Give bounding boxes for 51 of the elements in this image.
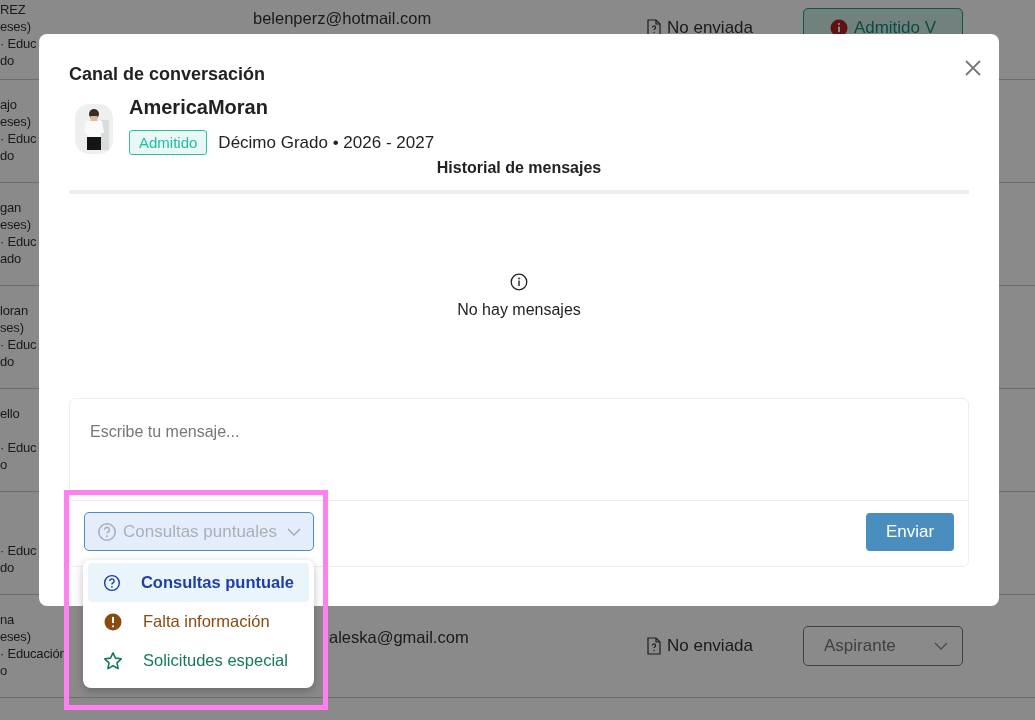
student-info-text: REZ xyxy=(0,1,26,18)
student-info-text: · Educación xyxy=(0,645,67,662)
info-icon xyxy=(510,273,528,291)
category-option[interactable]: Falta información xyxy=(88,602,309,641)
chevron-down-icon xyxy=(287,527,301,536)
message-input[interactable]: Escribe tu mensaje... xyxy=(70,399,968,501)
star-icon xyxy=(103,650,123,671)
status-badge: Admitido xyxy=(129,130,208,155)
student-info-text: · Educ xyxy=(0,439,37,456)
student-info-text: eses) xyxy=(0,628,31,645)
student-info-text: do xyxy=(0,52,15,69)
student-info-text: eses) xyxy=(0,18,31,35)
email-text: aleska@gmail.com xyxy=(329,628,469,647)
student-info-text: o xyxy=(0,662,8,679)
question-icon xyxy=(97,521,117,542)
history-title: Historial de mensajes xyxy=(435,158,603,178)
question-icon xyxy=(103,572,121,593)
dialog-title: Canal de conversación xyxy=(69,63,266,86)
student-info-text: gan xyxy=(0,199,22,216)
student-info-text: do xyxy=(0,147,15,164)
category-option[interactable]: Consultas puntuale xyxy=(88,563,309,602)
empty-message: No hay mensajes xyxy=(457,301,581,319)
document-question-icon xyxy=(647,637,661,655)
student-info-text: do xyxy=(0,353,15,370)
student-info-text: · Educ xyxy=(0,233,37,250)
document-status: No enviada xyxy=(667,636,753,656)
student-info-text: eses) xyxy=(0,216,31,233)
close-icon[interactable] xyxy=(963,58,983,78)
student-info-text: do xyxy=(0,559,15,576)
student-info-text: · Educ xyxy=(0,130,37,147)
student-info-text: · Educ xyxy=(0,336,37,353)
document-status: No enviada xyxy=(667,18,753,38)
student-info-text: o xyxy=(0,456,8,473)
send-button[interactable]: Enviar xyxy=(866,512,954,551)
student-info-text: loran xyxy=(0,302,28,319)
contact-name: AmericaMoran xyxy=(129,95,269,120)
student-info-text: · Educ xyxy=(0,35,37,52)
email-text: belenperz@hotmail.com xyxy=(253,9,432,28)
document-question-icon xyxy=(647,19,661,37)
student-info-text: ado xyxy=(0,250,22,267)
student-info-text: ajo xyxy=(0,96,17,113)
alert-icon xyxy=(103,611,123,632)
chevron-down-icon xyxy=(934,642,948,650)
student-info-text: na xyxy=(0,611,15,628)
grade-text: Décimo Grado • 2026 - 2027 xyxy=(218,132,435,153)
category-option[interactable]: Solicitudes especial xyxy=(88,641,309,680)
student-info-text: ses) xyxy=(0,319,24,336)
status-select[interactable]: Aspirante xyxy=(803,626,963,666)
student-info-text: · Educ xyxy=(0,542,37,559)
student-info-text: eses) xyxy=(0,113,31,130)
student-info-text: ello xyxy=(0,405,20,422)
